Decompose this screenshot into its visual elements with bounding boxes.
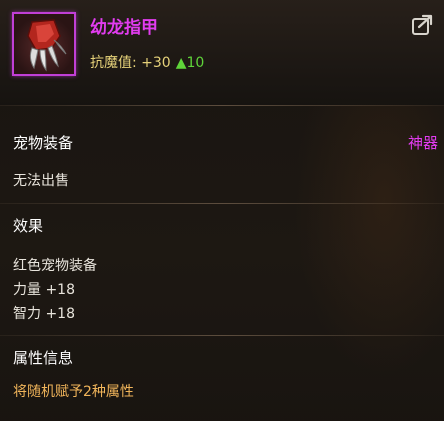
- item-tooltip-panel: 幼龙指甲 抗魔值: +30 ▲10 宠物装备 神器 无法出售 效果 红色宠物装备 …: [0, 0, 444, 421]
- effect-section-title: 效果: [13, 217, 44, 235]
- tooltip-header: 幼龙指甲 抗魔值: +30 ▲10: [0, 0, 444, 105]
- attr-description: 将随机赋予2种属性: [13, 384, 134, 400]
- quality-tag: 神器: [407, 134, 438, 152]
- stat-bonus: +30: [141, 55, 171, 71]
- attr-section-title: 属性信息: [13, 349, 74, 367]
- equip-divider: [0, 203, 444, 204]
- share-icon: [412, 14, 433, 35]
- header-divider: [0, 105, 444, 106]
- resist-stat: 抗魔值: +30 ▲10: [90, 52, 204, 72]
- effect-line: 智力 +18: [13, 306, 75, 322]
- effect-divider: [0, 335, 444, 336]
- dragon-claw-icon: [27, 19, 67, 72]
- item-icon-frame: [12, 12, 76, 76]
- equip-section-title: 宠物装备: [13, 134, 74, 152]
- sell-note: 无法出售: [13, 173, 69, 189]
- stat-increase: ▲10: [175, 55, 205, 71]
- effect-line: 力量 +18: [13, 282, 75, 298]
- stat-label: 抗魔值:: [90, 55, 137, 71]
- share-button[interactable]: [411, 14, 433, 36]
- effect-line: 红色宠物装备: [13, 258, 97, 274]
- item-name: 幼龙指甲: [90, 18, 158, 38]
